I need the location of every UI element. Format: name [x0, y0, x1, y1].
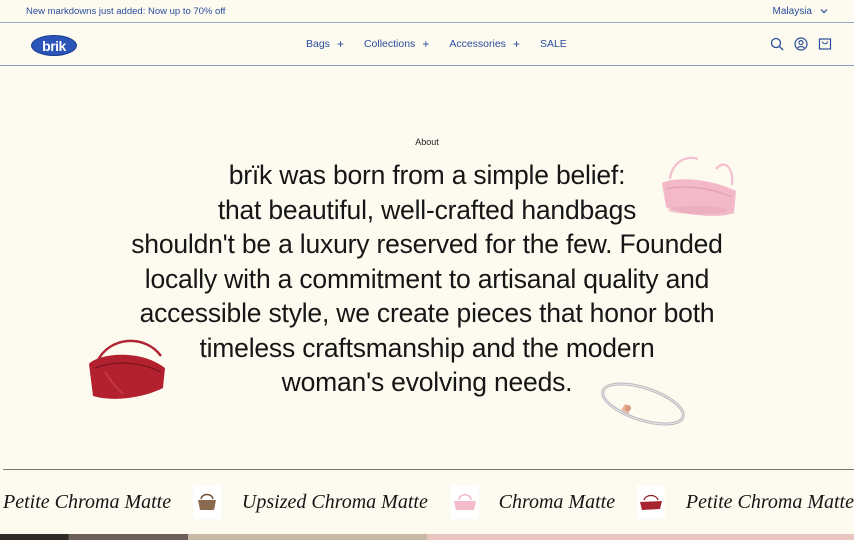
- nav-label: Collections: [363, 38, 416, 50]
- marquee-item-name[interactable]: Chroma Matte: [499, 491, 615, 514]
- marquee-item-name[interactable]: Petite Chroma Matte: [3, 491, 171, 514]
- plus-icon: +: [422, 37, 430, 51]
- nav-item-sale[interactable]: SALE: [540, 38, 567, 50]
- nav-label: Bags: [306, 38, 330, 50]
- brand-logo[interactable]: brik: [31, 35, 77, 56]
- headline-line: locally with a commitment to artisanal q…: [144, 263, 710, 294]
- plus-icon: +: [336, 37, 344, 51]
- next-section-image-strip: [0, 534, 854, 540]
- marquee-item-name[interactable]: Upsized Chroma Matte: [242, 491, 428, 514]
- product-marquee: Petite Chroma Matte Upsized Chroma Matte…: [3, 469, 854, 534]
- nav-label: SALE: [539, 38, 567, 50]
- red-bag-icon: [639, 494, 662, 510]
- cart-icon[interactable]: [818, 37, 832, 51]
- main-nav: Bags + Collections + Accessories + SALE: [306, 38, 587, 50]
- pink-bag-icon: [453, 494, 476, 510]
- headline-line: shouldn't be a luxury reserved for the f…: [131, 229, 723, 259]
- announcement-text: New markdowns just added: Now up to 70% …: [26, 5, 226, 17]
- region-selector[interactable]: Malaysia: [773, 6, 828, 17]
- brown-bag-icon: [198, 493, 217, 510]
- product-thumbnail[interactable]: [450, 485, 479, 519]
- nav-item-bags[interactable]: Bags +: [306, 38, 344, 50]
- headline-line: timeless craftsmanship and the modern: [199, 332, 655, 363]
- nav-label: Accessories: [449, 38, 506, 50]
- pink-handbag-image: [662, 156, 736, 216]
- chevron-down-icon: [820, 9, 828, 14]
- plus-icon: +: [512, 37, 520, 51]
- nav-item-collections[interactable]: Collections +: [364, 38, 429, 50]
- announcement-bar: New markdowns just added: Now up to 70% …: [0, 0, 854, 23]
- nav-item-accessories[interactable]: Accessories +: [449, 38, 520, 50]
- logo-text: brik: [42, 37, 66, 54]
- account-icon[interactable]: [794, 37, 808, 51]
- search-icon[interactable]: [770, 37, 784, 51]
- product-thumbnail[interactable]: [193, 485, 221, 519]
- product-thumbnail[interactable]: [637, 485, 665, 519]
- marquee-item-name[interactable]: Petite Chroma Matte: [686, 491, 854, 514]
- headline-line: accessible style, we create pieces that …: [139, 298, 715, 328]
- red-handbag-image: [89, 339, 165, 399]
- section-eyebrow: About: [415, 137, 439, 147]
- site-header: brik Bags + Collections + Accessories + SAL…: [0, 24, 854, 66]
- region-label: Malaysia: [772, 5, 812, 17]
- header-icons: [770, 37, 832, 51]
- bracelet-image: [601, 382, 685, 426]
